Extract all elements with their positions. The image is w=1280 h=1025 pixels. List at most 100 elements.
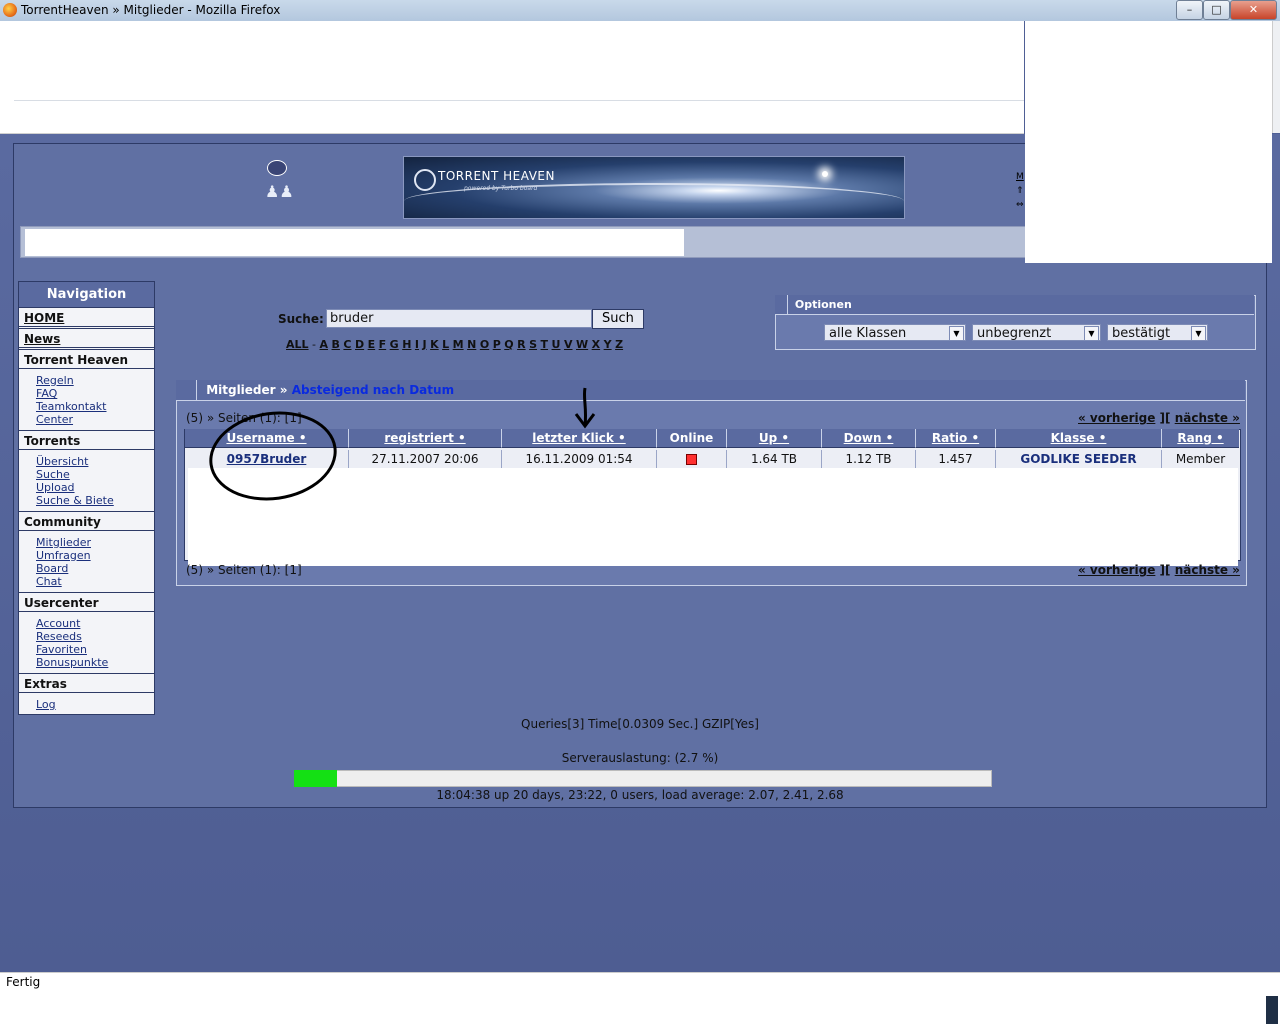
alpha-link-all[interactable]: ALL (286, 338, 309, 351)
cell-rank: Member (1162, 450, 1239, 468)
alpha-link-d[interactable]: D (355, 338, 364, 351)
alpha-link-n[interactable]: N (467, 338, 476, 351)
col-klasse[interactable]: Klasse • (996, 429, 1162, 448)
alpha-link-p[interactable]: P (493, 338, 501, 351)
next-link[interactable]: nächste » (1175, 411, 1240, 425)
close-button[interactable]: ✕ (1230, 0, 1277, 20)
search-label: Suche: (278, 312, 324, 326)
breadcrumb-members[interactable]: Mitglieder (201, 383, 275, 397)
breadcrumb-separator: » (275, 383, 292, 397)
status-text: Fertig (6, 975, 41, 989)
prev-link[interactable]: « vorherige (1078, 563, 1155, 577)
nav-item-mitglieder[interactable]: Mitglieder (36, 536, 91, 549)
resize-grip[interactable] (1266, 996, 1278, 1024)
table-blank-area (188, 468, 1238, 566)
alpha-link-z[interactable]: Z (615, 338, 623, 351)
col-registriert[interactable]: registriert • (349, 429, 502, 448)
users-icon[interactable]: ♟♟ (265, 183, 294, 201)
banner-subtitle: powered by Turbo board (464, 185, 538, 192)
status-select[interactable]: bestätigt ▼ (1107, 324, 1208, 341)
alpha-link-k[interactable]: K (430, 338, 439, 351)
nav-heading-extras: Extras (19, 673, 154, 693)
alpha-link-g[interactable]: G (390, 338, 399, 351)
class-select-value: alle Klassen (829, 326, 907, 341)
col-letzter-klick[interactable]: letzter Klick • (502, 429, 657, 448)
footer-stats: Queries[3] Time[0.0309 Sec.] GZIP[Yes] (521, 717, 759, 731)
alpha-link-r[interactable]: R (517, 338, 525, 351)
nav-item-upload[interactable]: Upload (36, 481, 75, 494)
annotation-arrow (574, 387, 596, 429)
browser-toolbar-area (0, 21, 1024, 134)
col-online: Online (657, 429, 727, 448)
site-banner[interactable]: TORRENT HEAVEN powered by Turbo board (403, 156, 905, 219)
members-header: Mitglieder » Absteigend nach Datum (176, 380, 1245, 401)
next-link[interactable]: nächste » (1175, 563, 1240, 577)
nav-news[interactable]: News (19, 328, 154, 348)
nav-item-suche-biete[interactable]: Suche & Biete (36, 494, 114, 507)
cell-ratio: 1.457 (916, 450, 996, 468)
pager-nav-bottom: « vorherige ][ nächste » (1078, 563, 1240, 577)
nav-item-reseeds[interactable]: Reseeds (36, 630, 82, 643)
search-button[interactable]: Such (592, 309, 644, 329)
options-header-cell (775, 295, 788, 314)
cell-up: 1.64 TB (727, 450, 822, 468)
limit-select-value: unbegrenzt (977, 326, 1052, 341)
col-rang[interactable]: Rang • (1162, 429, 1239, 448)
col-ratio[interactable]: Ratio • (916, 429, 996, 448)
class-select[interactable]: alle Klassen ▼ (824, 324, 966, 341)
nav-heading-torrent-heaven: Torrent Heaven (19, 349, 154, 369)
uptime-text: 18:04:38 up 20 days, 23:22, 0 users, loa… (436, 788, 844, 802)
nav-item-favoriten[interactable]: Favoriten (36, 643, 87, 656)
alpha-link-q[interactable]: Q (504, 338, 513, 351)
nav-heading-community: Community (19, 511, 154, 531)
alpha-link-b[interactable]: B (332, 338, 340, 351)
alpha-link-t[interactable]: T (541, 338, 549, 351)
nav-item-uebersicht[interactable]: Übersicht (36, 455, 88, 468)
alpha-link-w[interactable]: W (576, 338, 588, 351)
nav-item-center[interactable]: Center (36, 413, 73, 426)
nav-item-faq[interactable]: FAQ (36, 387, 57, 400)
speech-bubble-icon[interactable] (267, 160, 287, 176)
browser-scroll-strip (1272, 21, 1280, 133)
nav-item-board[interactable]: Board (36, 562, 68, 575)
alpha-link-c[interactable]: C (343, 338, 351, 351)
sort-label: Absteigend nach Datum (291, 383, 455, 397)
pager-nav-top: « vorherige ][ nächste » (1078, 411, 1240, 425)
cell-registered: 27.11.2007 20:06 (349, 450, 502, 468)
nav-item-teamkontakt[interactable]: Teamkontakt (36, 400, 107, 413)
options-title: Optionen (794, 298, 852, 311)
cell-last-click: 16.11.2009 01:54 (502, 450, 657, 468)
alpha-link-o[interactable]: O (480, 338, 489, 351)
alpha-link-j[interactable]: J (423, 338, 427, 351)
col-down[interactable]: Down • (822, 429, 916, 448)
alpha-link-s[interactable]: S (529, 338, 537, 351)
col-up[interactable]: Up • (727, 429, 822, 448)
nav-item-suche[interactable]: Suche (36, 468, 70, 481)
nav-home[interactable]: HOME (19, 307, 154, 327)
cell-down: 1.12 TB (822, 450, 916, 468)
nav-item-log[interactable]: Log (36, 698, 56, 711)
firefox-icon (3, 3, 17, 17)
maximize-button[interactable]: □ (1203, 0, 1230, 20)
toolbar-divider (14, 100, 1024, 101)
alpha-link-v[interactable]: V (564, 338, 573, 351)
nav-title: Navigation (19, 282, 154, 308)
nav-item-bonuspunkte[interactable]: Bonuspunkte (36, 656, 108, 669)
server-load-label: Serverauslastung: (2.7 %) (561, 751, 719, 765)
alpha-link-y[interactable]: Y (604, 338, 612, 351)
alpha-link-x[interactable]: X (592, 338, 600, 351)
members-header-cell (176, 380, 197, 400)
limit-select[interactable]: unbegrenzt ▼ (972, 324, 1101, 341)
pager-bottom[interactable]: (5) » Seiten (1): [1] (186, 563, 302, 577)
options-header: Optionen (775, 295, 1254, 315)
prev-link[interactable]: « vorherige (1078, 411, 1155, 425)
nav-item-chat[interactable]: Chat (36, 575, 62, 588)
alpha-link-a[interactable]: A (320, 338, 329, 351)
offline-status-icon (686, 454, 697, 465)
search-input[interactable]: bruder (326, 309, 592, 328)
nav-item-umfragen[interactable]: Umfragen (36, 549, 91, 562)
alpha-link-m[interactable]: M (453, 338, 464, 351)
nav-item-account[interactable]: Account (36, 617, 80, 630)
nav-item-regeln[interactable]: Regeln (36, 374, 74, 387)
minimize-button[interactable]: – (1176, 0, 1203, 20)
